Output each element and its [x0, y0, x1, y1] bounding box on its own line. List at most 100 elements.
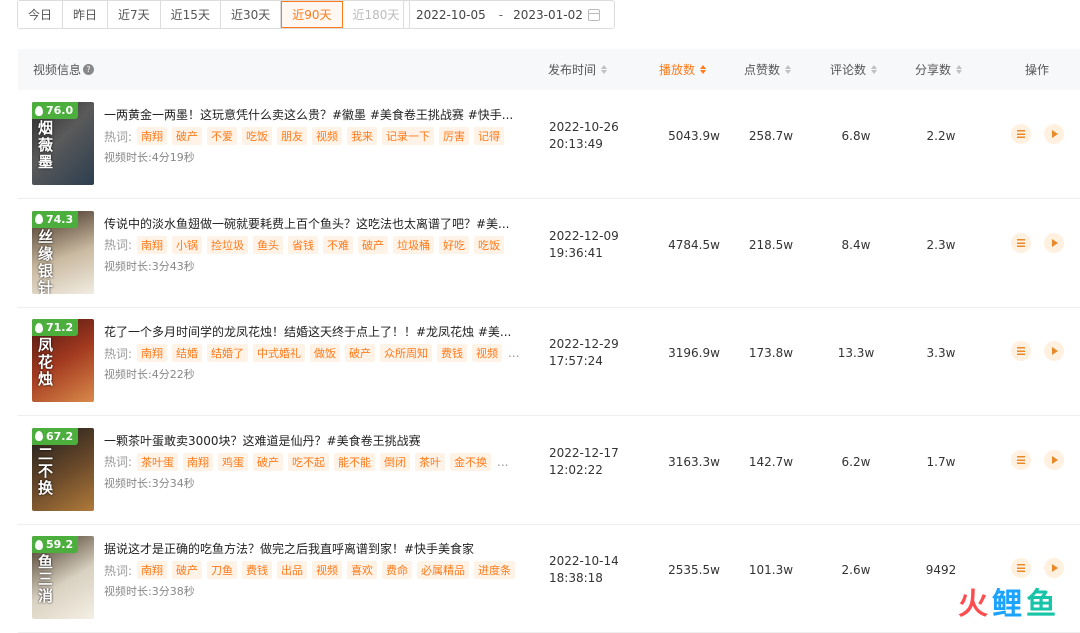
sort-icon — [700, 65, 706, 74]
video-title[interactable]: 据说这才是正确的吃鱼方法？做完之后我直呼离谱到家！#快手美食家 — [104, 540, 514, 557]
video-thumbnail[interactable]: 二不换 67.2 — [32, 428, 94, 511]
range-button-0[interactable]: 今日 — [18, 1, 63, 28]
video-thumbnail[interactable]: 丝缘银针 74.3 — [32, 211, 94, 294]
hot-word-tag[interactable]: 视频 — [472, 344, 502, 362]
play-icon[interactable] — [1044, 558, 1064, 578]
score-badge: 59.2 — [32, 536, 78, 553]
hot-word-tag[interactable]: 不难 — [323, 236, 353, 254]
detail-list-icon[interactable] — [1011, 124, 1031, 144]
date-range-picker[interactable]: 2022-10-05 - 2023-01-02 — [403, 0, 615, 29]
hot-word-tag[interactable]: 金不换 — [450, 453, 491, 471]
hot-words-label: 热词: — [104, 236, 132, 253]
thumbnail-caption: 丝缘银针 — [38, 229, 60, 294]
play-icon[interactable] — [1044, 341, 1064, 361]
play-icon[interactable] — [1044, 233, 1064, 253]
question-icon[interactable]: ? — [83, 64, 94, 75]
hot-word-tag[interactable]: 必属精品 — [417, 561, 469, 579]
metric-shares: 2.3w — [906, 238, 976, 252]
detail-list-icon[interactable] — [1011, 450, 1031, 470]
more-tags[interactable]: ... — [497, 455, 508, 469]
hot-word-tag[interactable]: 好吃 — [439, 236, 469, 254]
hot-word-tag[interactable]: 破产 — [172, 127, 202, 145]
flame-icon — [35, 431, 43, 441]
sort-icon — [785, 65, 791, 74]
range-button-4[interactable]: 近30天 — [221, 1, 281, 28]
header-comments[interactable]: 评论数 — [830, 49, 877, 90]
hot-word-tag[interactable]: 我来 — [347, 127, 377, 145]
hot-word-tag[interactable]: 喜欢 — [347, 561, 377, 579]
more-tags[interactable]: ... — [508, 346, 519, 360]
range-button-2[interactable]: 近7天 — [108, 1, 161, 28]
calendar-icon[interactable] — [588, 9, 600, 21]
video-thumbnail[interactable]: 鱼三消 59.2 — [32, 536, 94, 619]
hot-word-tag[interactable]: 吃不起 — [288, 453, 329, 471]
video-thumbnail[interactable]: 烟薇墨 76.0 — [32, 102, 94, 185]
hot-word-tag[interactable]: 垃圾桶 — [393, 236, 434, 254]
header-likes[interactable]: 点赞数 — [744, 49, 791, 90]
date-start: 2022-10-05 — [416, 8, 486, 22]
hot-word-tag[interactable]: 不爱 — [207, 127, 237, 145]
publish-time: 2022-12-17 12:02:22 — [549, 445, 619, 479]
header-shares[interactable]: 分享数 — [915, 49, 962, 90]
hot-word-tag[interactable]: 破产 — [358, 236, 388, 254]
thumbnail-caption: 烟薇墨 — [38, 120, 60, 171]
hot-word-tag[interactable]: 破产 — [253, 453, 283, 471]
hot-word-tag[interactable]: 南翔 — [183, 453, 213, 471]
hot-word-tag[interactable]: 结婚 — [172, 344, 202, 362]
video-duration: 视频时长:3分34秒 — [104, 475, 195, 491]
video-thumbnail[interactable]: 凤花烛 71.2 — [32, 319, 94, 402]
play-icon[interactable] — [1044, 450, 1064, 470]
video-title[interactable]: 一颗茶叶蛋敢卖3000块？这难道是仙丹？#美食卷王挑战赛 — [104, 432, 514, 449]
video-title[interactable]: 传说中的淡水鱼翅做一碗就要耗费上百个鱼头？这吃法也太离谱了吧？#美... — [104, 215, 514, 232]
play-icon[interactable] — [1044, 124, 1064, 144]
video-title[interactable]: 一两黄金一两墨！这玩意凭什么卖这么贵？#徽墨 #美食卷王挑战赛 #快手... — [104, 106, 514, 123]
hot-word-tag[interactable]: 鸡蛋 — [218, 453, 248, 471]
range-button-1[interactable]: 昨日 — [63, 1, 108, 28]
hot-word-tag[interactable]: 费命 — [382, 561, 412, 579]
header-publish-time[interactable]: 发布时间 — [548, 49, 607, 90]
hot-word-tag[interactable]: 记得 — [474, 127, 504, 145]
hot-word-tag[interactable]: 记录一下 — [382, 127, 434, 145]
hot-word-tag[interactable]: 朋友 — [277, 127, 307, 145]
detail-list-icon[interactable] — [1011, 341, 1031, 361]
hot-word-tag[interactable]: 南翔 — [137, 127, 167, 145]
hot-word-tag[interactable]: 小锅 — [172, 236, 202, 254]
metric-likes: 218.5w — [736, 238, 806, 252]
hot-word-tag[interactable]: 费钱 — [437, 344, 467, 362]
metric-comments: 6.8w — [821, 129, 891, 143]
range-button-5[interactable]: 近90天 — [281, 1, 342, 28]
hot-word-tag[interactable]: 南翔 — [137, 236, 167, 254]
hot-word-tag[interactable]: 做饭 — [310, 344, 340, 362]
hot-word-tag[interactable]: 能不能 — [334, 453, 375, 471]
hot-word-tag[interactable]: 茶叶蛋 — [137, 453, 178, 471]
hot-word-tag[interactable]: 捡垃圾 — [207, 236, 248, 254]
watermark-char: 鲤 — [992, 579, 1022, 623]
hot-word-tag[interactable]: 中式婚礼 — [253, 344, 305, 362]
hot-word-tag[interactable]: 破产 — [345, 344, 375, 362]
hot-word-tag[interactable]: 视频 — [312, 127, 342, 145]
hot-word-tag[interactable]: 出品 — [277, 561, 307, 579]
hot-word-tag[interactable]: 结婚了 — [207, 344, 248, 362]
detail-list-icon[interactable] — [1011, 558, 1031, 578]
publish-time: 2022-12-09 19:36:41 — [549, 228, 619, 262]
range-button-3[interactable]: 近15天 — [161, 1, 221, 28]
hot-word-tag[interactable]: 吃饭 — [474, 236, 504, 254]
hot-word-tag[interactable]: 众所周知 — [380, 344, 432, 362]
hot-word-tag[interactable]: 鱼头 — [253, 236, 283, 254]
date-range-group: 今日昨日近7天近15天近30天近90天近180天 — [17, 0, 410, 29]
hot-word-tag[interactable]: 视频 — [312, 561, 342, 579]
hot-word-tag[interactable]: 费钱 — [242, 561, 272, 579]
hot-word-tag[interactable]: 破产 — [172, 561, 202, 579]
hot-word-tag[interactable]: 省钱 — [288, 236, 318, 254]
hot-word-tag[interactable]: 吃饭 — [242, 127, 272, 145]
hot-word-tag[interactable]: 倒闭 — [380, 453, 410, 471]
hot-word-tag[interactable]: 进度条 — [474, 561, 515, 579]
hot-word-tag[interactable]: 厉害 — [439, 127, 469, 145]
detail-list-icon[interactable] — [1011, 233, 1031, 253]
hot-word-tag[interactable]: 刀鱼 — [207, 561, 237, 579]
video-title[interactable]: 花了一个多月时间学的龙凤花烛！结婚这天终于点上了！！#龙凤花烛 #美... — [104, 323, 514, 340]
hot-word-tag[interactable]: 茶叶 — [415, 453, 445, 471]
hot-word-tag[interactable]: 南翔 — [137, 561, 167, 579]
hot-word-tag[interactable]: 南翔 — [137, 344, 167, 362]
header-plays[interactable]: 播放数 — [659, 49, 706, 90]
